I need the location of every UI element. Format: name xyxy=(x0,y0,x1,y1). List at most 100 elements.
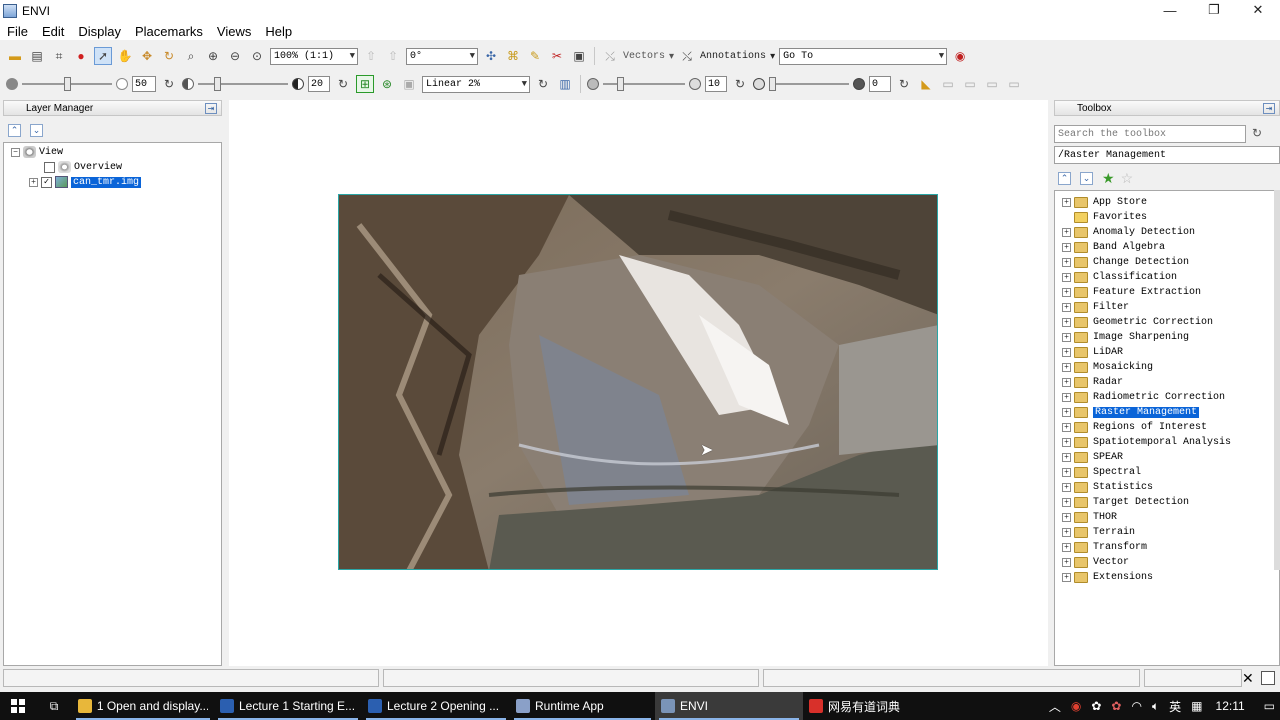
toolbox-category-lidar[interactable]: + LiDAR xyxy=(1062,345,1123,359)
toolbox-category-spear[interactable]: + SPEAR xyxy=(1062,450,1123,464)
flicker-icon[interactable]: ▭ xyxy=(961,75,979,93)
image-view[interactable]: ➤ xyxy=(229,100,1048,666)
toolbox-category-app-store[interactable]: + App Store xyxy=(1062,195,1147,209)
annotations-icon[interactable]: ⤯ xyxy=(678,47,696,65)
transparency-reset-icon[interactable]: ↻ xyxy=(895,75,913,93)
crosshair-icon[interactable]: ✣ xyxy=(482,47,500,65)
transparency-value[interactable]: 0 xyxy=(869,76,891,92)
expander-plus-icon[interactable]: + xyxy=(1062,452,1071,462)
status-panel-icon[interactable] xyxy=(1261,671,1275,685)
toolbox-category-change-detection[interactable]: + Change Detection xyxy=(1062,255,1189,269)
toolbox-pin-icon[interactable]: ⇥ xyxy=(1263,103,1275,114)
tray-app-icon[interactable]: ◉ xyxy=(1071,699,1081,713)
minimize-button[interactable]: — xyxy=(1148,0,1192,20)
taskbar-item[interactable]: Lecture 2 Opening ... xyxy=(362,692,510,720)
expander-plus-icon[interactable]: + xyxy=(1062,302,1071,312)
expander-plus-icon[interactable]: + xyxy=(1062,197,1071,207)
expander-plus-icon[interactable]: + xyxy=(1062,422,1071,432)
rotate-icon[interactable]: ↻ xyxy=(160,47,178,65)
stretch-extent-icon[interactable]: ⊞ xyxy=(356,75,374,93)
status-close-icon[interactable]: ✕ xyxy=(1242,670,1254,687)
expander-plus-icon[interactable]: + xyxy=(1062,407,1071,417)
toolbox-category-image-sharpening[interactable]: + Image Sharpening xyxy=(1062,330,1189,344)
brightness-slider[interactable] xyxy=(22,76,112,92)
toolbox-category-band-algebra[interactable]: + Band Algebra xyxy=(1062,240,1165,254)
brightness-reset-icon[interactable]: ↻ xyxy=(160,75,178,93)
view-layout-icon[interactable]: ▭ xyxy=(1005,75,1023,93)
tray-flower-icon[interactable]: ✿ xyxy=(1111,699,1121,713)
pin-icon[interactable]: ⇥ xyxy=(205,103,217,114)
toolbox-category-filter[interactable]: + Filter xyxy=(1062,300,1129,314)
toolbox-collapse-icon[interactable]: ⌃ xyxy=(1058,171,1071,185)
taskbar-item[interactable]: 1 Open and display... xyxy=(72,692,214,720)
clock[interactable]: 12:11 xyxy=(1216,699,1245,713)
zoom-in-icon[interactable]: ⊕ xyxy=(204,47,222,65)
menu-edit[interactable]: Edit xyxy=(35,24,71,39)
start-windows-icon[interactable] xyxy=(0,692,36,720)
zoom-icon[interactable]: ⌕ xyxy=(182,47,200,65)
brightness-value[interactable]: 50 xyxy=(132,76,156,92)
right-edge-scrollbar[interactable] xyxy=(1274,190,1280,570)
stretch-combo[interactable]: Linear 2% ▼ xyxy=(422,75,530,93)
zoom-out-icon[interactable]: ⊖ xyxy=(226,47,244,65)
toolbox-category-target-detection[interactable]: + Target Detection xyxy=(1062,495,1189,509)
toolbox-category-radiometric-correction[interactable]: + Radiometric Correction xyxy=(1062,390,1225,404)
expander-plus-icon[interactable]: + xyxy=(1062,332,1071,342)
toolbox-category-transform[interactable]: + Transform xyxy=(1062,540,1147,554)
sharpen-value[interactable]: 10 xyxy=(705,76,727,92)
remove-favorite-icon[interactable]: ☆ xyxy=(1121,170,1134,187)
stretch-view-icon[interactable]: ⊛ xyxy=(378,75,396,93)
expander-plus-icon[interactable]: + xyxy=(1062,362,1071,372)
crop-icon[interactable]: ⌗ xyxy=(50,47,68,65)
menu-placemarks[interactable]: Placemarks xyxy=(128,24,210,39)
contrast-reset-icon[interactable]: ↻ xyxy=(334,75,352,93)
expander-plus-icon[interactable]: + xyxy=(1062,257,1071,267)
notification-icon[interactable]: ▭ xyxy=(1264,699,1275,713)
expander-plus-icon[interactable]: + xyxy=(29,177,38,187)
vector-edit-icon[interactable]: ✎ xyxy=(526,47,544,65)
zoom-combo[interactable]: 100% (1:1) ▼ xyxy=(270,47,358,65)
toolbox-path-field[interactable]: /Raster Management xyxy=(1054,146,1280,164)
zoom-full-icon[interactable]: ⊙ xyxy=(248,47,266,65)
menu-views[interactable]: Views xyxy=(210,24,258,39)
menu-file[interactable]: File xyxy=(0,24,35,39)
toolbox-search-input[interactable]: Search the toolbox xyxy=(1054,125,1246,143)
stretch-reset-icon[interactable]: ↻ xyxy=(534,75,552,93)
overview-checkbox[interactable] xyxy=(44,161,55,173)
expander-plus-icon[interactable]: + xyxy=(1062,317,1071,327)
taskbar-item[interactable]: Lecture 1 Starting E... xyxy=(214,692,362,720)
blend-icon[interactable]: ▭ xyxy=(939,75,957,93)
expander-plus-icon[interactable]: + xyxy=(1062,527,1071,537)
expander-minus-icon[interactable]: − xyxy=(11,147,20,157)
expander-plus-icon[interactable]: + xyxy=(1062,467,1071,477)
toolbox-category-geometric-correction[interactable]: + Geometric Correction xyxy=(1062,315,1213,329)
taskbar-item[interactable]: Runtime App xyxy=(510,692,655,720)
expander-plus-icon[interactable]: + xyxy=(1062,512,1071,522)
toolbox-category-statistics[interactable]: + Statistics xyxy=(1062,480,1153,494)
toolbox-category-mosaicking[interactable]: + Mosaicking xyxy=(1062,360,1153,374)
histogram-icon[interactable]: ▥ xyxy=(556,75,574,93)
record-icon[interactable]: ◉ xyxy=(951,47,969,65)
toolbox-category-feature-extraction[interactable]: + Feature Extraction xyxy=(1062,285,1201,299)
expander-plus-icon[interactable]: + xyxy=(1062,557,1071,567)
rotation-combo[interactable]: 0° ▼ xyxy=(406,47,478,65)
toolbox-category-spatiotemporal-analysis[interactable]: + Spatiotemporal Analysis xyxy=(1062,435,1231,449)
ime-indicator[interactable]: 英 xyxy=(1169,698,1181,715)
vectors-icon[interactable]: ⤯ xyxy=(601,47,619,65)
expander-plus-icon[interactable]: + xyxy=(1062,497,1071,507)
expander-plus-icon[interactable]: + xyxy=(1062,272,1071,282)
rotate-left-icon[interactable]: ⇧ xyxy=(362,47,380,65)
tree-row-overview[interactable]: Overview xyxy=(44,160,122,174)
expander-plus-icon[interactable]: + xyxy=(1062,242,1071,252)
toolbox-category-favorites[interactable]: +Favorites xyxy=(1062,210,1147,224)
swipe-icon[interactable]: ▭ xyxy=(983,75,1001,93)
taskbar-item[interactable]: ENVI xyxy=(655,692,803,720)
toolbox-category-regions-of-interest[interactable]: + Regions of Interest xyxy=(1062,420,1207,434)
transparency-slider[interactable] xyxy=(769,76,849,92)
tree-row-image-layer[interactable]: + ✓ can_tmr.img xyxy=(29,175,142,189)
expander-plus-icon[interactable]: + xyxy=(1062,392,1071,402)
toolbox-category-vector[interactable]: + Vector xyxy=(1062,555,1129,569)
annotations-dropdown[interactable]: Annotations xyxy=(700,51,766,62)
tray-gear-icon[interactable]: ✿ xyxy=(1091,699,1101,713)
task-view-icon[interactable]: ⧉ xyxy=(36,692,72,720)
